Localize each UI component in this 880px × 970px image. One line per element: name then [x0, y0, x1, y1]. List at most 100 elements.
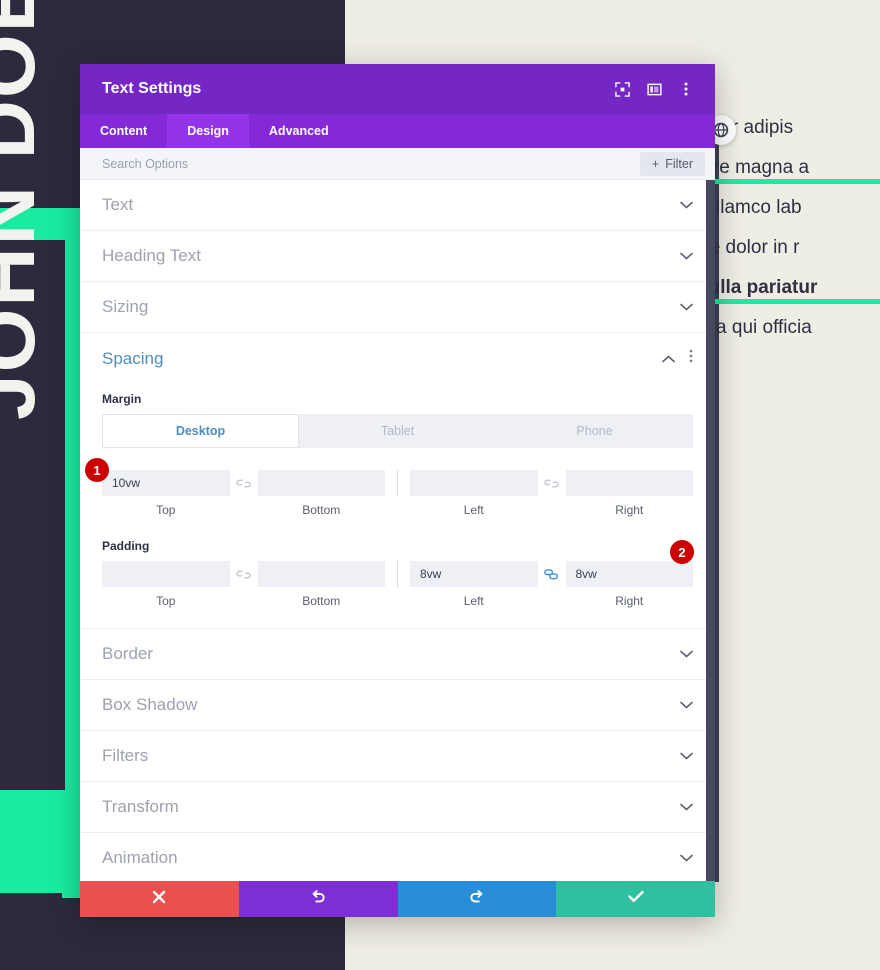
section-title: Transform	[102, 797, 179, 816]
device-btn-phone[interactable]: Phone	[496, 414, 693, 448]
section-border[interactable]: Border	[80, 629, 715, 680]
padding-right-input[interactable]	[565, 561, 693, 587]
close-icon	[152, 890, 166, 909]
margin-label: Margin	[102, 392, 142, 406]
checkmark-icon	[627, 890, 644, 908]
filter-button-label: Filter	[665, 156, 693, 171]
field-caption: Right	[615, 503, 644, 517]
tab-advanced[interactable]: Advanced	[249, 114, 349, 148]
collapsed-sections-bottom: Border Box Shadow Filters Transform Animatio…	[80, 629, 715, 881]
more-vertical-icon[interactable]	[671, 74, 701, 104]
section-title: Box Shadow	[102, 695, 198, 714]
layout-panel-icon[interactable]	[639, 74, 669, 104]
link-broken-icon[interactable]	[230, 470, 258, 496]
modal-titlebar: Text Settings	[80, 64, 715, 114]
chevron-up-icon[interactable]	[662, 352, 675, 366]
section-heading-text[interactable]: Heading Text	[80, 231, 715, 282]
section-spacing: Spacing Margin Desktop Tablet Phone 10vw…	[80, 333, 715, 629]
field-caption: Top	[156, 594, 176, 608]
search-options-row: + Filter	[80, 148, 715, 180]
field-caption: Left	[463, 594, 484, 608]
annotation-badge-2: 2	[670, 540, 694, 564]
chevron-down-icon[interactable]	[680, 851, 693, 865]
plus-icon: +	[651, 156, 660, 171]
padding-label: Padding	[102, 539, 150, 553]
section-title: Border	[102, 644, 154, 663]
margin-left-input[interactable]	[410, 470, 538, 496]
field-caption: Bottom	[302, 594, 341, 608]
annotation-badge-1: 1	[85, 458, 109, 482]
section-text[interactable]: Text	[80, 180, 715, 231]
section-title: Sizing	[102, 297, 149, 316]
tab-content[interactable]: Content	[80, 114, 167, 148]
page-title: Text Settings	[102, 80, 202, 97]
padding-bottom-input[interactable]	[257, 561, 385, 587]
section-filters[interactable]: Filters	[80, 731, 715, 782]
modal-footer	[80, 881, 715, 917]
undo-button[interactable]	[238, 881, 398, 917]
margin-top-input[interactable]	[102, 470, 230, 496]
chevron-down-icon[interactable]	[680, 800, 693, 814]
field-pair: Left Right	[410, 561, 693, 608]
field-pair: Top Bottom	[102, 470, 385, 517]
chevron-down-icon[interactable]	[680, 647, 693, 661]
margin-right-input[interactable]	[565, 470, 693, 496]
field-cell: Left	[410, 561, 538, 608]
focus-icon[interactable]	[607, 74, 637, 104]
chevron-down-icon[interactable]	[680, 698, 693, 712]
padding-top-input[interactable]	[102, 561, 230, 587]
field-cell: Bottom	[257, 561, 385, 608]
field-divider	[397, 470, 398, 496]
field-pair: Top Bottom	[102, 561, 385, 608]
chevron-down-icon[interactable]	[680, 300, 693, 314]
field-cell: Bottom	[257, 470, 385, 517]
field-cell: Right	[565, 470, 693, 517]
padding-left-input[interactable]	[410, 561, 538, 587]
field-caption: Left	[463, 503, 484, 517]
redo-button[interactable]	[397, 881, 557, 917]
search-input[interactable]	[80, 156, 640, 171]
section-transform[interactable]: Transform	[80, 782, 715, 833]
section-spacing-title: Spacing	[102, 348, 164, 368]
section-title: Animation	[102, 848, 178, 867]
section-animation[interactable]: Animation	[80, 833, 715, 881]
section-spacing-header[interactable]: Spacing	[80, 333, 715, 384]
save-button[interactable]	[556, 881, 715, 917]
device-btn-desktop[interactable]: Desktop	[102, 414, 299, 448]
text-settings-modal: Text Settings Content Design Advanced Se…	[80, 64, 715, 917]
link-broken-icon[interactable]	[230, 561, 258, 587]
modal-scrollbar[interactable]	[706, 180, 715, 881]
undo-icon	[311, 889, 326, 909]
field-cell: Right	[565, 561, 693, 608]
section-sizing[interactable]: Sizing	[80, 282, 715, 333]
section-title: Heading Text	[102, 246, 201, 265]
field-caption: Top	[156, 503, 176, 517]
cancel-button[interactable]	[80, 881, 239, 917]
chevron-down-icon[interactable]	[680, 749, 693, 763]
link-connected-icon[interactable]	[538, 561, 566, 587]
field-cell: Left	[410, 470, 538, 517]
chevron-down-icon[interactable]	[680, 249, 693, 263]
field-pair: Left Right	[410, 470, 693, 517]
section-options-more-icon[interactable]	[689, 349, 693, 368]
modal-content-scroll[interactable]: Text Heading Text Sizing Spacing Margin …	[80, 180, 715, 881]
redo-icon	[469, 889, 484, 909]
filter-button[interactable]: + Filter	[639, 151, 705, 176]
device-btn-tablet[interactable]: Tablet	[299, 414, 496, 448]
link-broken-icon[interactable]	[538, 470, 566, 496]
chevron-down-icon[interactable]	[680, 198, 693, 212]
field-caption: Bottom	[302, 503, 341, 517]
margin-bottom-input[interactable]	[257, 470, 385, 496]
section-spacing-body: Margin DesktopTabletPhone Top Bottom Left R…	[80, 392, 715, 628]
tab-design[interactable]: Design	[167, 114, 249, 148]
padding-fields-row: Top Bottom Left Right	[102, 561, 693, 608]
margin-fields-row: Top Bottom Left Right	[102, 470, 693, 517]
field-cell: Top	[102, 470, 230, 517]
section-title: Filters	[102, 746, 149, 765]
device-toggle-group: Desktop Tablet Phone	[102, 414, 693, 448]
collapsed-sections-top: Text Heading Text Sizing	[80, 180, 715, 333]
vertical-name-text: JOHN DOE	[0, 0, 52, 420]
field-cell: Top	[102, 561, 230, 608]
section-title: Text	[102, 195, 134, 214]
section-box-shadow[interactable]: Box Shadow	[80, 680, 715, 731]
